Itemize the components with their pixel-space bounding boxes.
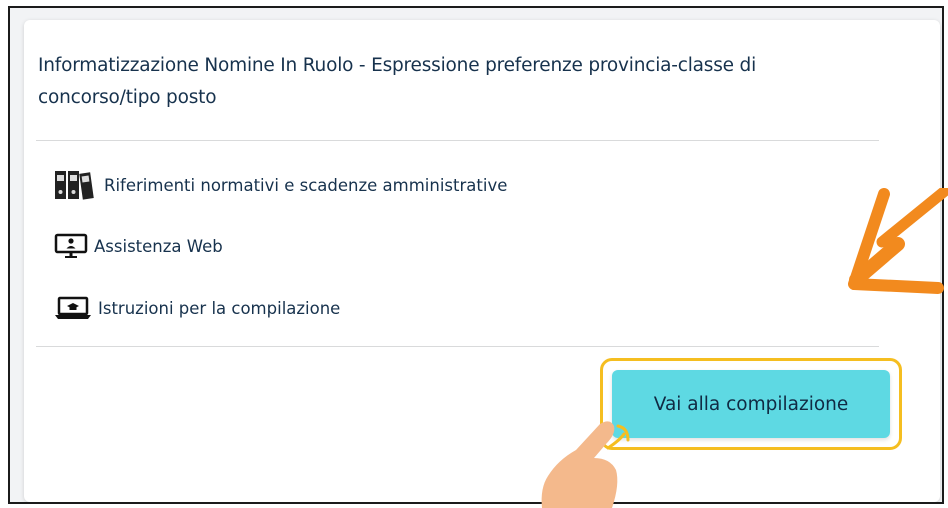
links-divider <box>36 346 879 347</box>
link-label: Riferimenti normativi e scadenze amminis… <box>104 175 508 195</box>
vai-alla-compilazione-button[interactable]: Vai alla compilazione <box>612 370 890 438</box>
laptop-graduation-icon <box>54 296 92 320</box>
link-istruzioni-compilazione[interactable]: Istruzioni per la compilazione <box>54 296 340 320</box>
binders-icon <box>54 170 98 200</box>
monitor-user-icon <box>54 233 88 259</box>
pointing-hand-icon <box>541 421 630 508</box>
link-riferimenti-normativi[interactable]: Riferimenti normativi e scadenze amminis… <box>54 170 507 200</box>
title-divider <box>36 140 879 141</box>
link-label: Assistenza Web <box>94 236 223 256</box>
orange-arrow-icon <box>848 188 948 294</box>
link-label: Istruzioni per la compilazione <box>98 298 341 318</box>
card-title: Informatizzazione Nomine In Ruolo - Espr… <box>38 55 757 108</box>
link-assistenza-web[interactable]: Assistenza Web <box>54 233 223 259</box>
